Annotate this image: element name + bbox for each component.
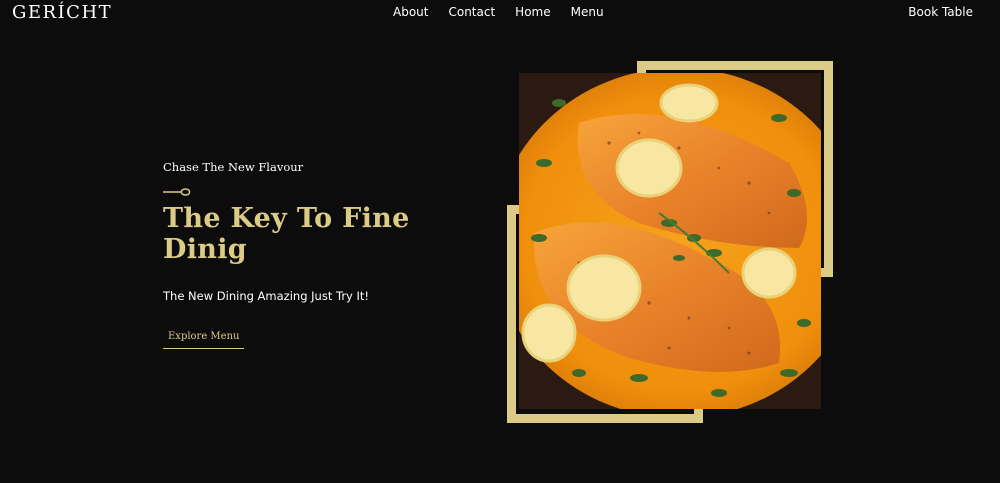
nav-item-menu[interactable]: Menu [571, 5, 604, 19]
nav-item-contact[interactable]: Contact [448, 5, 495, 19]
hero-subtitle: Chase The New Flavour [163, 160, 304, 174]
nav-item-home[interactable]: Home [515, 5, 550, 19]
main-nav: About Contact Home Menu [393, 5, 624, 19]
book-table-link[interactable]: Book Table [908, 5, 973, 19]
landing-page: GERÍCHT About Contact Home Menu Book Tab… [0, 0, 1000, 483]
hero-title: The Key To Fine Dinig [163, 203, 410, 265]
nav-item-about[interactable]: About [393, 5, 428, 19]
hero-tagline: The New Dining Amazing Just Try It! [163, 289, 370, 303]
explore-menu-button[interactable]: Explore Menu [163, 331, 245, 349]
brand-logo[interactable]: GERÍCHT [12, 2, 112, 23]
salmon-dish-image [519, 73, 821, 409]
hero-content: Chase The New Flavour The Key To Fine Di… [163, 160, 493, 349]
spoon-icon [163, 181, 191, 196]
